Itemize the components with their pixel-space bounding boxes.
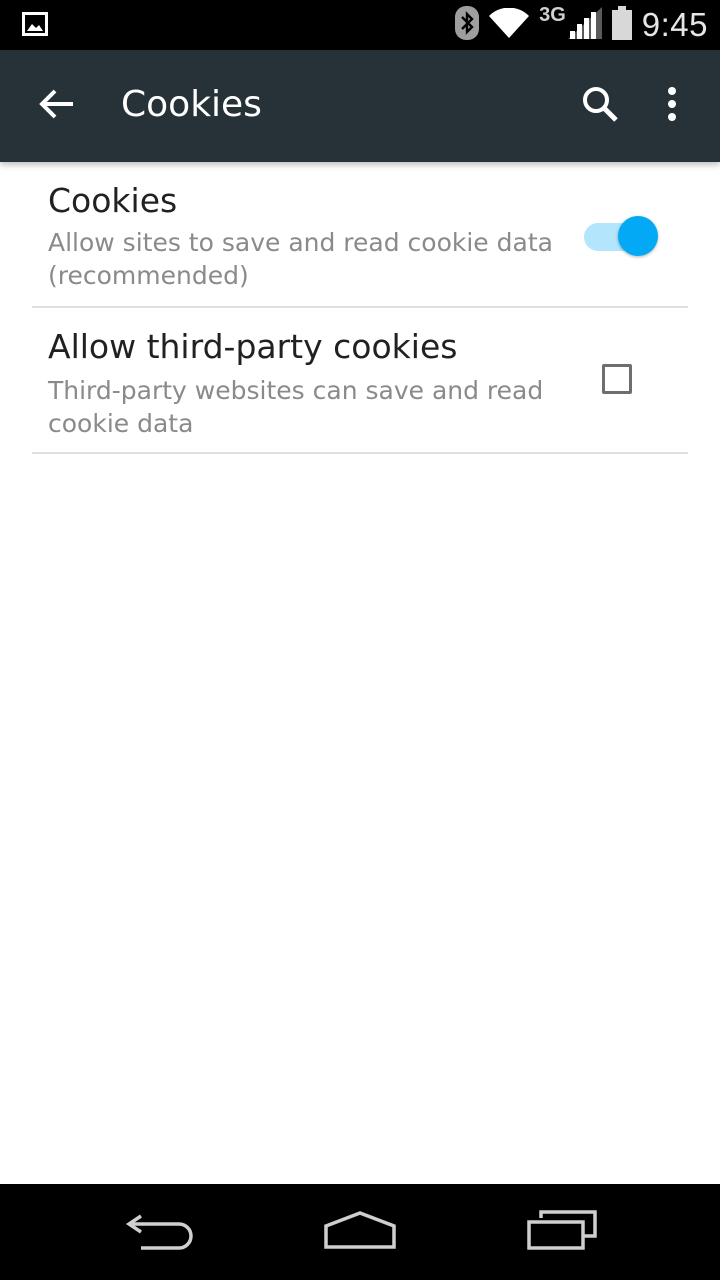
app-toolbar: Cookies xyxy=(0,50,720,162)
third-party-cookies-title: Allow third-party cookies xyxy=(48,327,458,366)
third-party-cookies-checkbox[interactable] xyxy=(602,364,632,394)
third-party-cookies-summary: Third-party websites can save and read c… xyxy=(48,376,544,438)
network-type-label: 3G xyxy=(539,3,566,26)
clock: 9:45 xyxy=(641,6,708,43)
battery-icon xyxy=(611,6,632,44)
status-bar: 3G 9:45 xyxy=(0,0,720,50)
arrow-back-icon xyxy=(39,89,73,123)
back-button[interactable] xyxy=(24,74,88,138)
nav-home-icon xyxy=(323,1210,397,1254)
nav-recents-icon xyxy=(527,1210,597,1254)
wifi-icon xyxy=(489,7,530,42)
nav-recents-button[interactable] xyxy=(514,1202,610,1262)
navigation-bar xyxy=(0,1184,720,1280)
search-button[interactable] xyxy=(568,74,632,138)
nav-back-button[interactable] xyxy=(112,1202,208,1262)
cookies-summary: Allow sites to save and read cookie data… xyxy=(48,228,553,290)
cookies-switch[interactable] xyxy=(584,216,662,256)
preferences-list: Cookies Allow sites to save and read coo… xyxy=(0,162,720,454)
status-icons: 3G 9:45 xyxy=(455,0,720,50)
bluetooth-icon xyxy=(455,6,480,44)
page-title: Cookies xyxy=(121,84,262,125)
signal-icon xyxy=(567,7,602,43)
switch-thumb xyxy=(618,216,658,256)
nav-back-icon xyxy=(125,1210,195,1254)
cookies-title: Cookies xyxy=(48,181,178,220)
overflow-menu-button[interactable] xyxy=(648,74,696,138)
cookies-preference[interactable]: Cookies Allow sites to save and read coo… xyxy=(32,162,688,308)
more-vert-icon xyxy=(667,87,677,125)
image-notification-icon xyxy=(22,12,48,36)
nav-home-button[interactable] xyxy=(312,1202,408,1262)
search-icon xyxy=(582,86,618,126)
third-party-cookies-preference[interactable]: Allow third-party cookies Third-party we… xyxy=(32,308,688,454)
